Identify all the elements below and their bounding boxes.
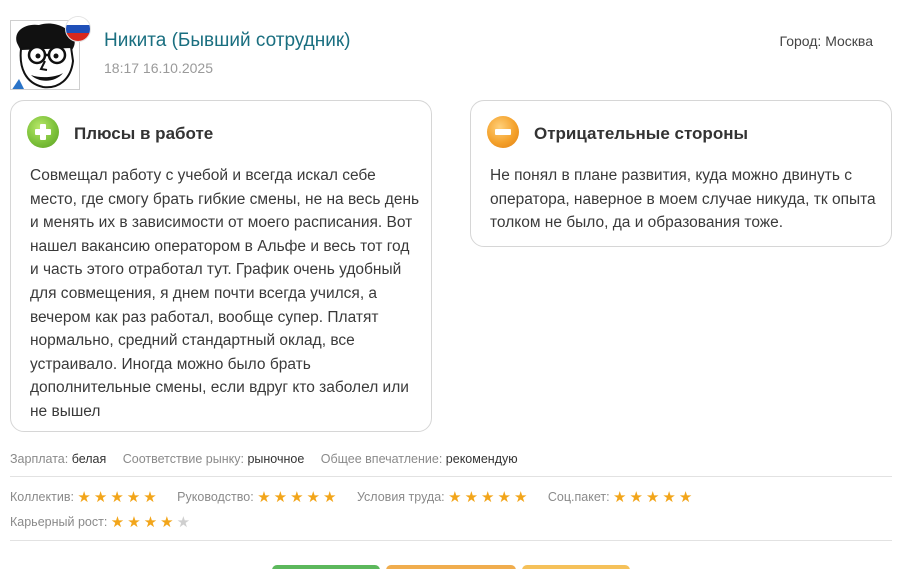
star-filled-icon: ★ [662,489,676,506]
russia-flag-icon [65,16,91,42]
rating-career-growth: Карьерный рост: ★ ★ ★ ★ ★ [10,515,193,530]
star-rating: ★ ★ ★ ★ ★ [77,489,159,506]
flag-stripe-white [66,17,90,26]
star-filled-icon: ★ [481,489,495,506]
star-filled-icon: ★ [160,514,174,531]
star-filled-icon: ★ [110,514,125,531]
star-filled-icon: ★ [629,489,643,506]
star-filled-icon: ★ [93,489,108,506]
meta-overall-impression: Общее впечатление: рекомендую [320,452,518,466]
star-filled-icon: ★ [110,489,124,506]
star-filled-icon: ★ [143,514,158,531]
star-filled-icon: ★ [613,489,627,506]
star-filled-icon: ★ [678,489,693,506]
star-filled-icon: ★ [273,489,288,506]
star-filled-icon: ★ [126,489,141,506]
star-empty-icon: ★ [176,514,191,531]
star-filled-icon: ★ [513,489,528,506]
minus-circle-icon [487,116,519,148]
star-filled-icon: ★ [464,489,479,506]
action-button-yellow[interactable] [522,565,630,569]
rating-social-package: Соц.пакет: ★ ★ ★ ★ ★ [548,490,695,505]
divider [10,476,892,477]
star-rating: ★ ★ ★ ★ ★ [613,489,695,506]
pros-text: Совмещал работу с учебой и всегда искал … [30,167,420,420]
meta-market-fit: Соответствие рынку: рыночное [122,452,305,466]
star-filled-icon: ★ [257,489,271,506]
review-meta: Зарплата: белая Соответствие рынку: рыно… [10,452,531,466]
avatar-container [10,16,91,90]
action-button-green[interactable] [272,565,380,569]
rating-management: Руководство: ★ ★ ★ ★ ★ [177,490,339,505]
star-filled-icon: ★ [290,489,304,506]
city-label: Город: [779,33,822,49]
star-filled-icon: ★ [448,489,462,506]
pros-title: Плюсы в работе [74,124,214,143]
city-value: Москва [825,33,873,49]
star-filled-icon: ★ [77,489,91,506]
city-info: Город: Москва [780,33,873,49]
meta-salary: Зарплата: белая [10,452,107,466]
author-name-link[interactable]: Никита (Бывший сотрудник) [104,30,351,52]
star-filled-icon: ★ [143,489,157,506]
rating-work-conditions: Условия труда: ★ ★ ★ ★ ★ [357,490,530,505]
divider [10,540,892,541]
flag-stripe-blue [66,25,90,34]
cons-title: Отрицательные стороны [534,124,748,143]
cons-text: Не понял в плане развития, куда можно дв… [490,167,876,232]
star-filled-icon: ★ [645,489,660,506]
star-filled-icon: ★ [127,514,141,531]
star-rating: ★ ★ ★ ★ ★ [257,489,339,506]
plus-circle-icon [27,116,59,148]
star-filled-icon: ★ [306,489,320,506]
action-button-orange[interactable] [386,565,516,569]
pros-card: Плюсы в работе Совмещал работу с учебой … [10,100,432,432]
star-rating: ★ ★ ★ ★ ★ [448,489,530,506]
cons-card: Отрицательные стороны Не понял в плане р… [470,100,892,247]
ratings-row-1: Коллектив: ★ ★ ★ ★ ★ Руководство: ★ ★ ★ ★ ★ Усло… [10,490,709,505]
rating-team: Коллектив: ★ ★ ★ ★ ★ [10,490,160,505]
ratings-row-2: Карьерный рост: ★ ★ ★ ★ ★ [10,515,207,530]
star-filled-icon: ★ [497,489,511,506]
review-datetime: 18:17 16.10.2025 [104,60,213,76]
star-filled-icon: ★ [323,489,337,506]
star-rating: ★ ★ ★ ★ ★ [110,514,193,531]
